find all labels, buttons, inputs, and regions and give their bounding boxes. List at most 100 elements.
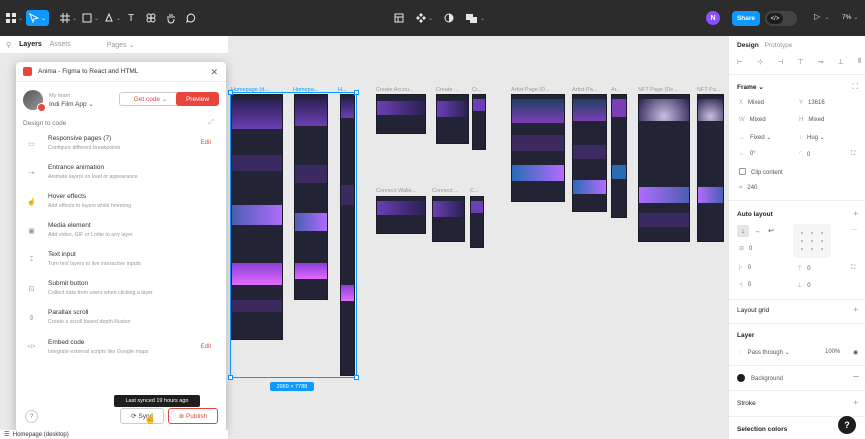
feature-responsive-pages[interactable]: ▭ Responsive pages (7) Configure differe… — [23, 133, 219, 161]
rotation-field[interactable]: ∟ 0° — [739, 151, 756, 157]
w-field[interactable]: W Mixed — [739, 117, 766, 123]
refresh-icon[interactable]: ⤢ — [208, 119, 214, 127]
shape-tool-icon[interactable]: ⌄ — [82, 10, 99, 26]
frame-label[interactable]: Create ... — [436, 87, 459, 93]
help-circle-button[interactable]: ? — [838, 416, 856, 434]
h-field[interactable]: H Mixed — [799, 117, 824, 123]
align-center-h-icon[interactable]: ⊹ — [757, 58, 763, 66]
preview-button[interactable]: Preview — [176, 92, 219, 106]
opacity-field[interactable]: 100% — [825, 349, 840, 355]
frame-create-account-tablet[interactable] — [436, 94, 469, 144]
clip-content-checkbox[interactable]: Clip content — [739, 168, 783, 176]
component-icon[interactable]: ⌄ — [416, 10, 433, 26]
tab-assets[interactable]: Assets — [50, 41, 71, 48]
close-icon[interactable]: ✕ — [210, 67, 218, 78]
add-stroke-icon[interactable]: + — [853, 398, 858, 407]
align-right-icon[interactable]: ⊣ — [777, 58, 783, 66]
tab-design[interactable]: Design — [737, 42, 759, 49]
blend-mode-dropdown[interactable]: ◌ Pass through ⌄ — [739, 349, 790, 356]
dev-mode-toggle[interactable]: </> — [765, 11, 797, 26]
frame-label[interactable]: Artist Pa... — [572, 87, 597, 93]
frame-label[interactable]: Artist Page (D... — [511, 87, 550, 93]
resources-icon[interactable] — [146, 10, 156, 26]
wrap-icon[interactable]: ↩ — [765, 225, 777, 237]
tab-prototype[interactable]: Prototype — [765, 42, 793, 49]
padding-bottom-field[interactable]: ⊥ 0 — [797, 282, 811, 289]
eye-icon[interactable]: ◉ — [853, 349, 858, 356]
frame-tool-icon[interactable]: ⌄ — [60, 10, 77, 26]
share-button[interactable]: Share — [732, 11, 760, 26]
align-center-v-icon[interactable]: ⊸ — [818, 58, 824, 66]
align-bottom-icon[interactable]: ⊥ — [838, 58, 844, 66]
padding-left-field[interactable]: |▫ 0 — [739, 265, 751, 271]
frame-label[interactable]: Cr... — [472, 87, 482, 93]
frame-label[interactable]: Connect Walle... — [376, 188, 416, 194]
frame-create-account-desktop[interactable] — [376, 94, 426, 134]
feature-hover-effects[interactable]: ☝ Hover effects Add effects to layers wh… — [23, 191, 219, 219]
size-field[interactable]: ⌗ 240 — [739, 185, 757, 192]
feature-parallax-scroll[interactable]: ⇕ Parallax scroll Create a scroll based … — [23, 307, 219, 335]
sync-button[interactable]: ⟳ Sync — [120, 408, 164, 424]
height-mode-dropdown[interactable]: ↕ Hug ⌄ — [799, 134, 825, 141]
frame-artist-page-desktop[interactable] — [511, 94, 565, 202]
frame-label[interactable]: NFT Page (De... — [638, 87, 678, 93]
user-avatar[interactable]: N — [706, 11, 720, 25]
fill-swatch[interactable] — [737, 374, 745, 382]
arrow-right-icon[interactable]: → — [751, 225, 763, 237]
gap-field[interactable]: ⊞ 0 — [739, 245, 752, 252]
align-left-icon[interactable]: ⊢ — [737, 58, 743, 66]
pages-dropdown[interactable]: Pages ⌄ — [107, 41, 135, 49]
alignment-grid[interactable] — [793, 224, 831, 258]
distribute-icon[interactable]: ⫴ — [858, 58, 861, 66]
padding-right-field[interactable]: ▫| 0 — [739, 282, 751, 288]
frame-connect-wallet-mobile[interactable] — [470, 196, 484, 248]
frame-create-account-mobile[interactable] — [472, 94, 486, 150]
mask-icon[interactable] — [444, 10, 454, 26]
resize-handle[interactable] — [228, 90, 233, 95]
fill-row[interactable]: Background — [737, 374, 783, 382]
edit-link[interactable]: Edit — [201, 140, 211, 146]
frame-label[interactable]: Create Accou... — [376, 87, 414, 93]
layout-icon[interactable] — [394, 10, 404, 26]
tab-layers[interactable]: Layers — [19, 41, 42, 48]
selection-box[interactable] — [230, 92, 357, 378]
frame-nft-page-tablet[interactable] — [697, 94, 724, 242]
corner-radius-field[interactable]: ⌜ 0 — [799, 151, 810, 158]
frame-connect-wallet-tablet[interactable] — [432, 196, 465, 242]
search-icon[interactable]: ⚲ — [6, 41, 11, 49]
layer-row[interactable]: ☰ Homepage (desktop) — [0, 430, 228, 439]
get-code-button[interactable]: Get code ⌄ — [119, 92, 182, 106]
frame-label[interactable]: NFT Pa... — [697, 87, 720, 93]
independent-corners-icon[interactable]: ⛶ — [851, 151, 855, 158]
feature-text-input[interactable]: ⌶ Text input Turn text layers to live in… — [23, 249, 219, 277]
direction-toggle[interactable]: ↓ → ↩ — [737, 225, 779, 237]
feature-submit-button[interactable]: ⊡ Submit button Collect data from users … — [23, 278, 219, 306]
y-field[interactable]: Y 13616 — [799, 100, 825, 106]
align-top-icon[interactable]: ⊤ — [798, 58, 804, 66]
zoom-dropdown[interactable]: 7% ⌄ — [842, 14, 858, 21]
pen-tool-icon[interactable]: ⌄ — [104, 10, 121, 26]
remove-fill-icon[interactable]: — — [853, 374, 859, 380]
frame-artist-page-tablet[interactable] — [572, 94, 607, 212]
more-icon[interactable]: ··· — [851, 227, 857, 233]
frame-artist-page-mobile[interactable] — [611, 94, 627, 218]
feature-embed-code[interactable]: </> Embed code Integrate external script… — [23, 337, 219, 365]
resize-handle[interactable] — [354, 90, 359, 95]
padding-expand-icon[interactable]: ⛶ — [851, 265, 855, 272]
canvas[interactable]: Homepage (d... Homepa... H... Create Acc… — [228, 36, 728, 439]
padding-top-field[interactable]: ⊤ 0 — [797, 265, 811, 272]
help-button[interactable]: ? — [25, 410, 38, 423]
add-auto-layout-icon[interactable]: + — [853, 209, 858, 218]
frame-section-title[interactable]: Frame ⌄ — [737, 83, 764, 91]
present-button[interactable]: ▷ ⌄ — [814, 12, 829, 21]
boolean-icon[interactable]: ⌄ — [466, 10, 485, 26]
edit-link[interactable]: Edit — [201, 344, 211, 350]
main-menu-icon[interactable]: ⌄ — [6, 10, 23, 26]
resize-handle[interactable] — [354, 375, 359, 380]
comment-tool-icon[interactable] — [186, 10, 196, 26]
feature-entrance-animation[interactable]: ⇢ Entrance animation Animate layers on l… — [23, 162, 219, 190]
move-tool-icon[interactable]: ⌄ — [26, 10, 50, 26]
text-tool-icon[interactable]: T — [128, 10, 134, 26]
add-layout-grid-icon[interactable]: + — [853, 305, 858, 314]
frame-label[interactable]: C... — [470, 188, 479, 194]
